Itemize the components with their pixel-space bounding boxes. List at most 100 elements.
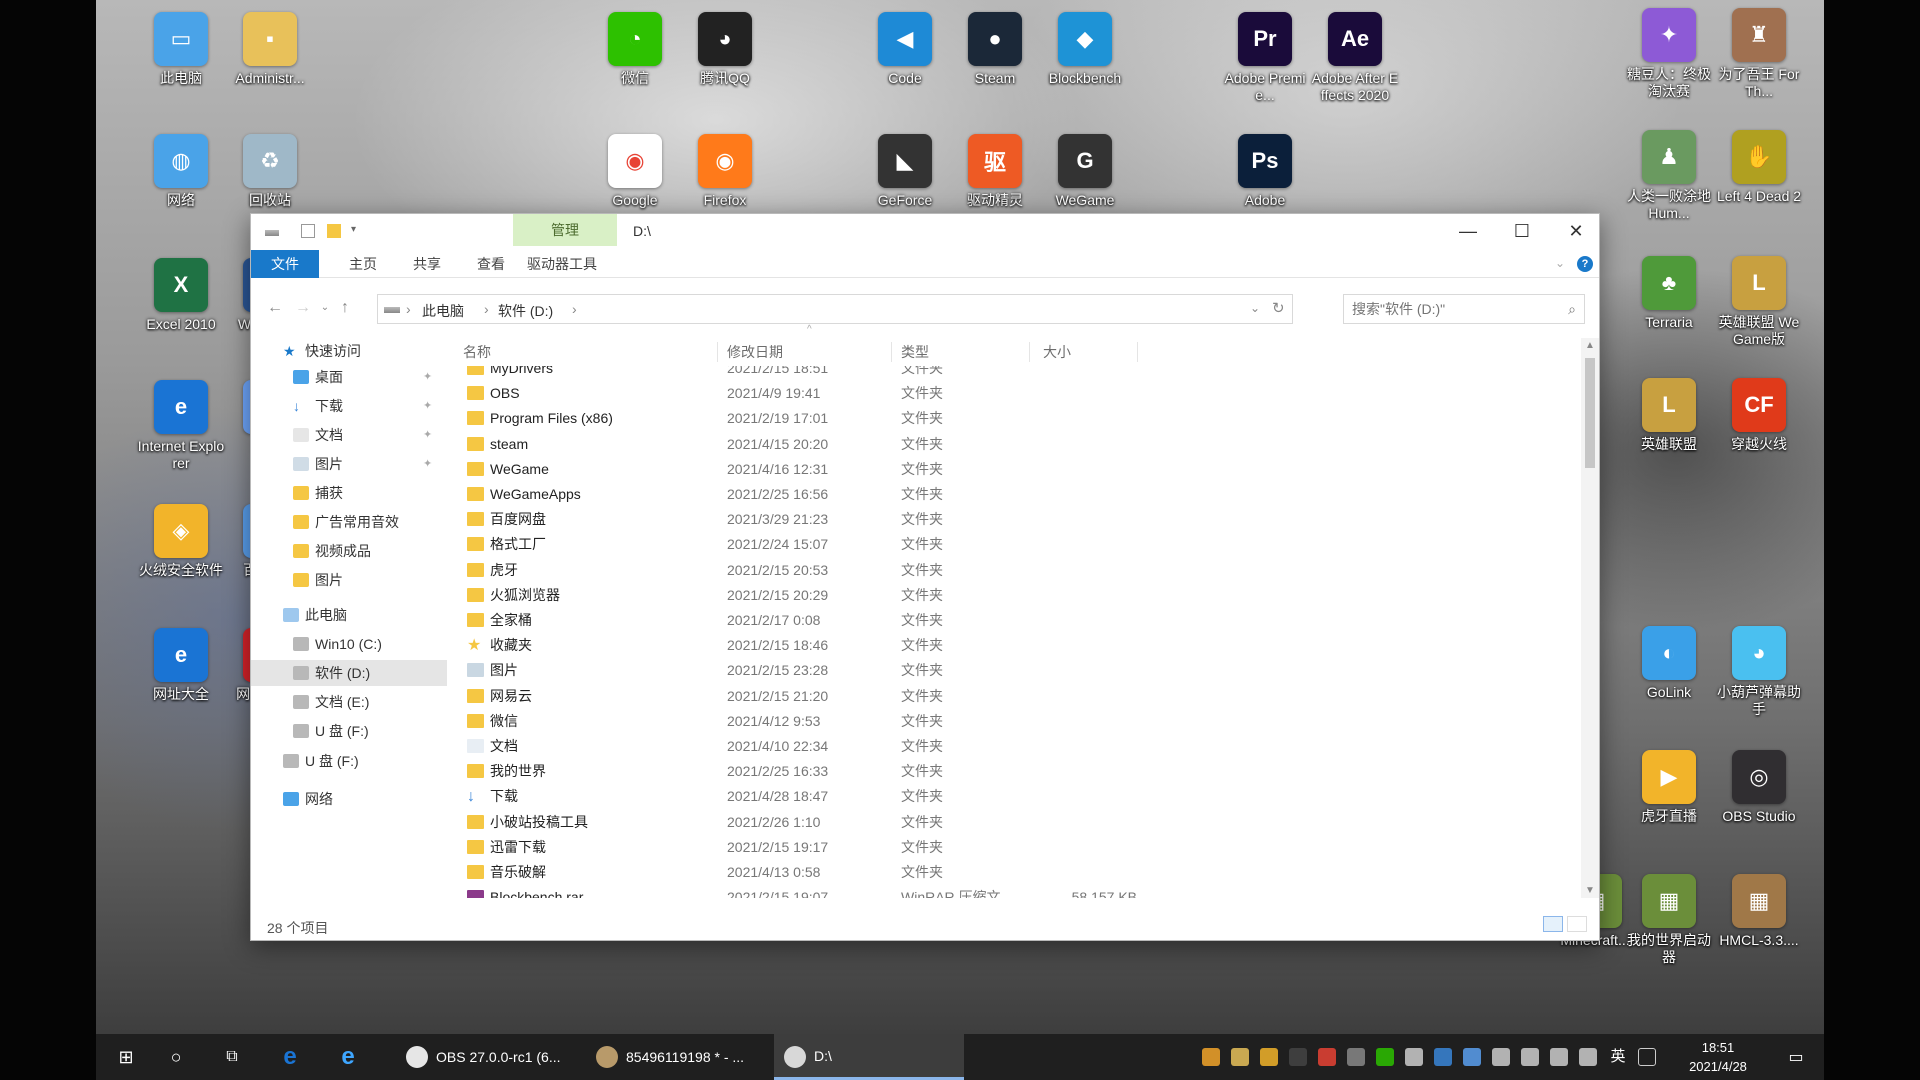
desktop-shortcut[interactable]: ◐ GoLink [1624,626,1714,701]
nav-drive[interactable]: Win10 (C:) [251,631,447,657]
nav-quick-item[interactable]: 捕获 [251,480,447,506]
tray-usb-icon[interactable] [1405,1048,1423,1066]
desktop-shortcut[interactable]: Ps Adobe [1220,134,1310,209]
nav-quick-access[interactable]: ★ 快速访问 [251,338,447,364]
scroll-down-icon[interactable]: ▼ [1585,885,1595,896]
large-icons-view-button[interactable] [1567,916,1587,932]
tab-home[interactable]: 主页 [335,250,391,278]
nav-quick-item[interactable]: 广告常用音效 [251,509,447,535]
table-row[interactable]: 格式工厂 2021/2/24 15:07 文件夹 [447,532,1577,557]
tray-qq-icon[interactable] [1318,1048,1336,1066]
ie-taskbar-icon[interactable]: e [270,1034,310,1080]
desktop-shortcut[interactable]: e 网址大全 [136,628,226,703]
desktop-shortcut[interactable]: ◍ 网络 [136,134,226,209]
desktop-shortcut[interactable]: ✋ Left 4 Dead 2 [1714,130,1804,205]
minimize-button[interactable]: — [1441,214,1495,248]
tray-volume-icon[interactable] [1579,1048,1597,1066]
breadcrumb-chevron-icon[interactable]: › [572,301,577,317]
help-icon[interactable]: ? [1577,256,1593,272]
table-row[interactable]: 迅雷下载 2021/2/15 19:17 文件夹 [447,835,1577,860]
up-button[interactable]: ↑ [335,298,355,318]
search-circle-icon[interactable]: ○ [156,1034,196,1080]
tray-app-icon[interactable] [1347,1048,1365,1066]
desktop-shortcut[interactable]: ◔ 微信 [590,12,680,87]
table-row[interactable]: MyDrivers 2021/2/15 18:51 文件夹 [447,366,1577,381]
vertical-scrollbar[interactable]: ▲ ▼ [1581,338,1599,898]
table-row[interactable]: 文档 2021/4/10 22:34 文件夹 [447,734,1577,759]
tray-app-icon[interactable] [1231,1048,1249,1066]
nav-this-pc[interactable]: 此电脑 [251,602,447,628]
scrollbar-thumb[interactable] [1585,358,1595,468]
desktop-shortcut[interactable]: ▦ HMCL-3.3.... [1714,874,1804,949]
taskbar-app-button[interactable]: D:\ [774,1034,964,1080]
details-view-button[interactable] [1543,916,1563,932]
desktop-shortcut[interactable]: ◕ 小葫芦弹幕助手 [1714,626,1804,718]
table-row[interactable]: 小破站投稿工具 2021/2/26 1:10 文件夹 [447,810,1577,835]
desktop-shortcut[interactable]: G WeGame [1040,134,1130,209]
tray-app-icon[interactable] [1202,1048,1220,1066]
breadcrumb-chevron-icon[interactable]: › [406,301,411,317]
tab-file[interactable]: 文件 [251,250,319,278]
pin-icon[interactable]: ✦ [423,422,432,448]
tab-view[interactable]: 查看 [463,250,519,278]
new-folder-icon[interactable] [327,224,341,238]
desktop-shortcut[interactable]: ◆ Blockbench [1040,12,1130,87]
nav-quick-item[interactable]: 图片 ✦ [251,451,447,477]
address-bar[interactable]: › 此电脑 › 软件 (D:) › ⌄ ↻ [377,294,1293,324]
breadcrumb-chevron-icon[interactable]: › [484,301,489,317]
table-row[interactable]: 微信 2021/4/12 9:53 文件夹 [447,709,1577,734]
table-row[interactable]: Blockbench.rar 2021/2/15 19:07 WinRAR 压缩文.… [447,885,1577,898]
desktop-shortcut[interactable]: ✦ 糖豆人：终极淘汰赛 [1624,8,1714,100]
desktop-shortcut[interactable]: ▪ Administr... [225,12,315,87]
start-button[interactable]: ⊞ [106,1034,146,1080]
tray-mic-icon[interactable] [1492,1048,1510,1066]
qat-dropdown-icon[interactable]: ▾ [351,224,361,238]
back-button[interactable]: ← [265,298,285,318]
nav-drive[interactable]: 文档 (E:) [251,689,447,715]
column-separator[interactable] [717,342,718,362]
taskbar-app-button[interactable]: 85496119198 * - ... [586,1034,772,1080]
desktop-shortcut[interactable]: ▶ 虎牙直播 [1624,750,1714,825]
ime-indicator[interactable]: 英 [1608,1048,1628,1066]
scroll-up-icon[interactable]: ▲ [1585,340,1595,351]
table-row[interactable]: 百度网盘 2021/3/29 21:23 文件夹 [447,507,1577,532]
task-view-icon[interactable]: ⧉ [212,1034,252,1080]
desktop-shortcut[interactable]: ♻ 回收站 [225,134,315,209]
tab-drive-tools[interactable]: 驱动器工具 [513,250,611,278]
column-separator[interactable] [891,342,892,362]
keyboard-icon[interactable] [1638,1048,1656,1066]
breadcrumb-drive-d[interactable]: 软件 (D:) [498,301,553,321]
edge-taskbar-icon[interactable]: e [328,1034,368,1080]
clock[interactable]: 18:51 2021/4/28 [1670,1038,1766,1076]
tray-app-icon[interactable] [1463,1048,1481,1066]
nav-quick-item[interactable]: 桌面 ✦ [251,364,447,390]
desktop-shortcut[interactable]: ◈ 火绒安全软件 [136,504,226,579]
table-row[interactable]: 我的世界 2021/2/25 16:33 文件夹 [447,759,1577,784]
nav-drive[interactable]: U 盘 (F:) [251,718,447,744]
tray-wifi-icon[interactable] [1550,1048,1568,1066]
desktop-shortcut[interactable]: Ae Adobe After Effects 2020 [1310,12,1400,104]
desktop-shortcut[interactable]: Pr Adobe Premie... [1220,12,1310,104]
table-row[interactable]: WeGame 2021/4/16 12:31 文件夹 [447,457,1577,482]
desktop-shortcut[interactable]: ◀ Code [860,12,950,87]
desktop-shortcut[interactable]: L 英雄联盟 [1624,378,1714,453]
desktop-shortcut[interactable]: X Excel 2010 [136,258,226,333]
tray-bluetooth-icon[interactable] [1434,1048,1452,1066]
tray-nvidia-icon[interactable] [1376,1048,1394,1066]
desktop-shortcut[interactable]: ▭ 此电脑 [136,12,226,87]
column-header-type[interactable]: 类型 [901,338,929,366]
tab-share[interactable]: 共享 [399,250,455,278]
table-row[interactable]: 网易云 2021/2/15 21:20 文件夹 [447,684,1577,709]
table-row[interactable]: Program Files (x86) 2021/2/19 17:01 文件夹 [447,406,1577,431]
tray-shield-icon[interactable] [1260,1048,1278,1066]
maximize-button[interactable]: ☐ [1495,214,1549,248]
forward-button[interactable]: → [293,298,313,318]
desktop-shortcut[interactable]: ◉ Firefox [680,134,770,209]
expand-ribbon-icon[interactable]: ⌄ [1555,256,1565,270]
desktop-shortcut[interactable]: ● Steam [950,12,1040,87]
properties-icon[interactable] [301,224,315,238]
nav-drive[interactable]: 软件 (D:) [251,660,447,686]
nav-quick-item[interactable]: 文档 ✦ [251,422,447,448]
desktop-shortcut[interactable]: ◣ GeForce [860,134,950,209]
desktop-shortcut[interactable]: ◎ OBS Studio [1714,750,1804,825]
